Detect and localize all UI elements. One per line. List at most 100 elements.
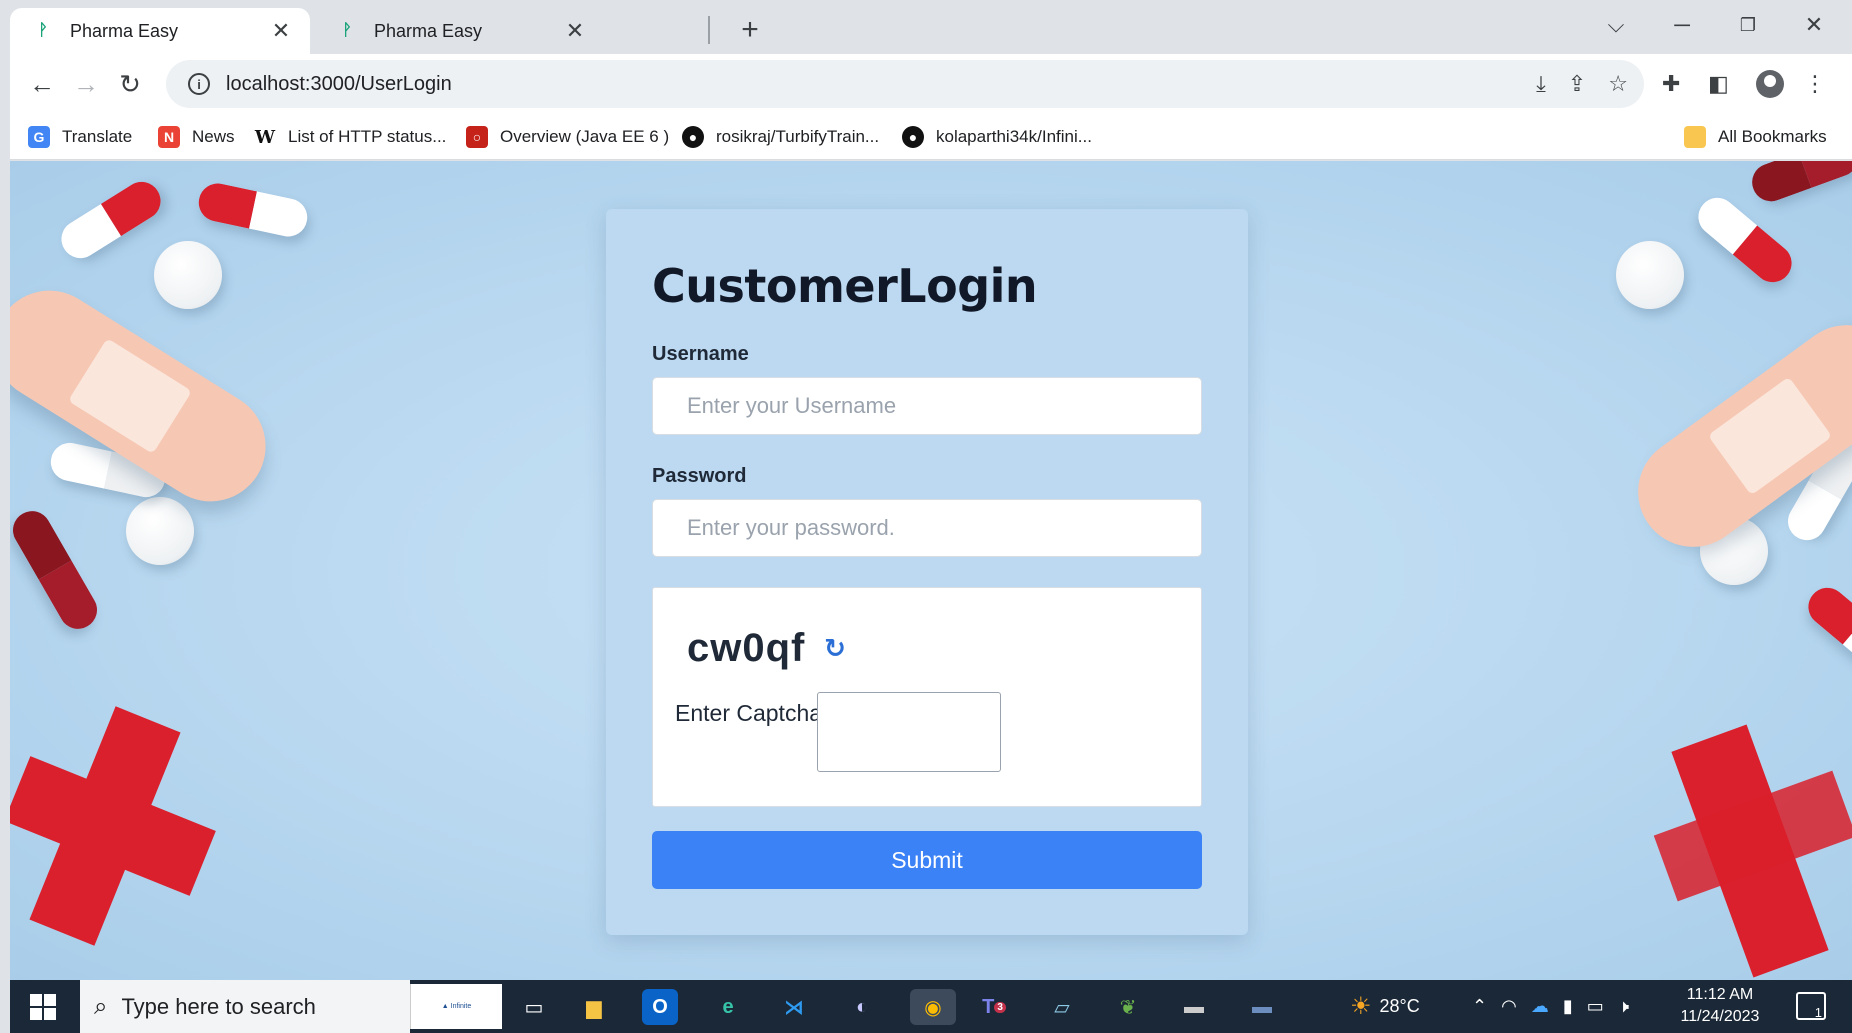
close-window-button[interactable]: ✕ <box>1794 10 1834 40</box>
password-label: Password <box>652 465 747 487</box>
tab-label: Pharma Easy <box>70 20 179 41</box>
back-button[interactable]: ← <box>24 66 60 102</box>
bookmark-translate[interactable]: G Translate <box>28 124 132 150</box>
bookmark-label: kolaparthi34k/Infini... <box>936 127 1092 146</box>
volume-muted-icon[interactable]: 🕨 <box>1618 996 1629 1017</box>
wikipedia-icon: W <box>254 126 276 148</box>
clock-date: 11/24/2023 <box>1680 1008 1760 1025</box>
page-viewport: CustomerLogin Username Password cw0qf ↻ … <box>10 161 1852 980</box>
extensions-icon[interactable]: ✚ <box>1662 66 1680 102</box>
folder-icon <box>1684 126 1706 148</box>
username-label: Username <box>652 343 749 365</box>
captcha-input[interactable] <box>817 692 1001 772</box>
oracle-icon: ○ <box>466 126 488 148</box>
battery-icon[interactable]: ▭ <box>1587 996 1604 1017</box>
chrome-menu-icon[interactable]: ⋮ <box>1804 66 1826 102</box>
tab-pharma-easy-1[interactable]: ᚹ Pharma Easy ✕ <box>10 8 310 54</box>
edge-icon[interactable]: e <box>710 989 746 1025</box>
show-hidden-icons-icon[interactable]: ⌃ <box>1472 996 1487 1017</box>
tab-pharma-easy-2[interactable]: ᚹ Pharma Easy ✕ <box>314 8 604 54</box>
install-app-icon[interactable]: ⤓ <box>1536 71 1546 97</box>
capsule-decoration <box>1690 190 1800 290</box>
capsule-decoration <box>10 504 104 636</box>
captcha-label: Enter Captcha <box>675 700 823 726</box>
side-panel-icon[interactable]: ◧ <box>1708 66 1729 102</box>
bookmark-rosikraj[interactable]: ● rosikraj/TurbifyTrain... <box>682 124 879 150</box>
capsule-decoration <box>195 179 311 241</box>
bookmark-label: rosikraj/TurbifyTrain... <box>716 127 880 146</box>
forward-button[interactable]: → <box>68 66 104 102</box>
pharma-easy-favicon-icon: ᚹ <box>342 22 352 39</box>
submit-button[interactable]: Submit <box>652 831 1202 889</box>
bookmark-star-icon[interactable]: ☆ <box>1608 71 1628 97</box>
pharma-easy-favicon-icon: ᚹ <box>38 22 48 39</box>
close-tab-icon[interactable]: ✕ <box>270 18 292 44</box>
search-placeholder: Type here to search <box>121 993 316 1019</box>
eclipse-icon[interactable]: ◐ <box>844 989 880 1025</box>
google-news-icon: N <box>158 126 180 148</box>
mysql-icon[interactable]: ▬ <box>1244 989 1280 1025</box>
tab-search-icon[interactable]: ⌵ <box>1596 10 1636 40</box>
terminal-icon[interactable]: ▬ <box>1176 989 1212 1025</box>
restore-button[interactable]: ❐ <box>1728 10 1768 40</box>
notifications-icon[interactable]: 1 <box>1796 992 1826 1020</box>
bookmark-kolaparthi[interactable]: ● kolaparthi34k/Infini... <box>902 124 1092 150</box>
minimize-button[interactable]: ─ <box>1662 10 1702 40</box>
taskbar-search[interactable]: ⌕ Type here to search <box>80 980 410 1033</box>
url-text: localhost:3000/UserLogin <box>226 72 452 95</box>
windows-taskbar: ⌕ Type here to search ▲ Infinite ▭ ▆ O e… <box>10 980 1852 1033</box>
capsule-decoration <box>1800 580 1852 680</box>
task-view-icon[interactable]: ▭ <box>516 989 552 1025</box>
microphone-icon[interactable]: ▮ <box>1563 996 1573 1017</box>
weather-temp: 28°C <box>1379 996 1420 1016</box>
spring-tools-icon[interactable]: ❦ <box>1110 989 1146 1025</box>
all-bookmarks-label: All Bookmarks <box>1718 127 1827 146</box>
onedrive-icon[interactable]: ☁ <box>1531 996 1549 1017</box>
notification-count: 1 <box>1814 1005 1822 1020</box>
captcha-code: cw0qf <box>687 626 806 670</box>
bookmark-java-ee[interactable]: ○ Overview (Java EE 6 ) <box>466 124 669 150</box>
tab-strip: ᚹ Pharma Easy ✕ ᚹ Pharma Easy ✕ + ⌵ ─ ❐ … <box>10 0 1852 54</box>
avatar <box>1756 70 1784 98</box>
bookmark-http-status[interactable]: W List of HTTP status... <box>254 124 447 150</box>
bookmark-label: List of HTTP status... <box>288 127 447 146</box>
google-translate-icon: G <box>28 126 50 148</box>
omnibox-actions: ⤓ ⇪ ☆ <box>1536 60 1628 108</box>
refresh-captcha-icon[interactable]: ↻ <box>821 634 849 662</box>
reload-button[interactable]: ↻ <box>112 66 148 102</box>
browser-window: ᚹ Pharma Easy ✕ ᚹ Pharma Easy ✕ + ⌵ ─ ❐ … <box>10 0 1852 980</box>
file-explorer-icon[interactable]: ▆ <box>576 989 612 1025</box>
site-info-icon[interactable]: i <box>188 73 210 95</box>
notepad-icon[interactable]: ▱ <box>1044 989 1080 1025</box>
username-input[interactable] <box>652 377 1202 435</box>
chrome-icon[interactable]: ◉ <box>910 989 956 1025</box>
teams-icon[interactable]: T3 <box>976 989 1012 1025</box>
captcha-box: cw0qf ↻ Enter Captcha <box>652 587 1202 807</box>
password-input[interactable] <box>652 499 1202 557</box>
vscode-icon[interactable]: ⋊ <box>776 989 812 1025</box>
share-icon[interactable]: ⇪ <box>1568 71 1586 97</box>
bookmark-label: Overview (Java EE 6 ) <box>500 127 670 146</box>
bookmark-label: News <box>192 127 235 146</box>
bookmark-news[interactable]: N News <box>158 124 235 150</box>
all-bookmarks[interactable]: All Bookmarks <box>1684 124 1827 150</box>
network-icon[interactable]: ◠ <box>1501 996 1517 1017</box>
github-icon: ● <box>902 126 924 148</box>
new-tab-button[interactable]: + <box>730 12 770 48</box>
company-logo-icon[interactable]: ▲ Infinite <box>410 984 502 1029</box>
tablet-decoration <box>154 241 222 309</box>
close-tab-icon[interactable]: ✕ <box>564 18 586 44</box>
tab-separator <box>708 16 710 44</box>
outlook-icon[interactable]: O <box>642 989 678 1025</box>
taskbar-clock[interactable]: 11:12 AM 11/24/2023 <box>1670 984 1770 1028</box>
address-bar[interactable]: i localhost:3000/UserLogin ⤓ ⇪ ☆ <box>166 60 1644 108</box>
tab-label: Pharma Easy <box>374 20 483 41</box>
weather-widget[interactable]: ☀ 28°C <box>1350 980 1420 1033</box>
teams-badge: 3 <box>994 1001 1006 1013</box>
clock-time: 11:12 AM <box>1686 986 1754 1003</box>
system-tray: ⌃ ◠ ☁ ▮ ▭ 🕨 <box>1472 980 1629 1033</box>
capsule-decoration <box>54 174 168 266</box>
windows-start-icon[interactable] <box>30 994 56 1020</box>
profile-avatar[interactable] <box>1756 66 1784 102</box>
weather-sun-icon: ☀ <box>1350 993 1372 1020</box>
